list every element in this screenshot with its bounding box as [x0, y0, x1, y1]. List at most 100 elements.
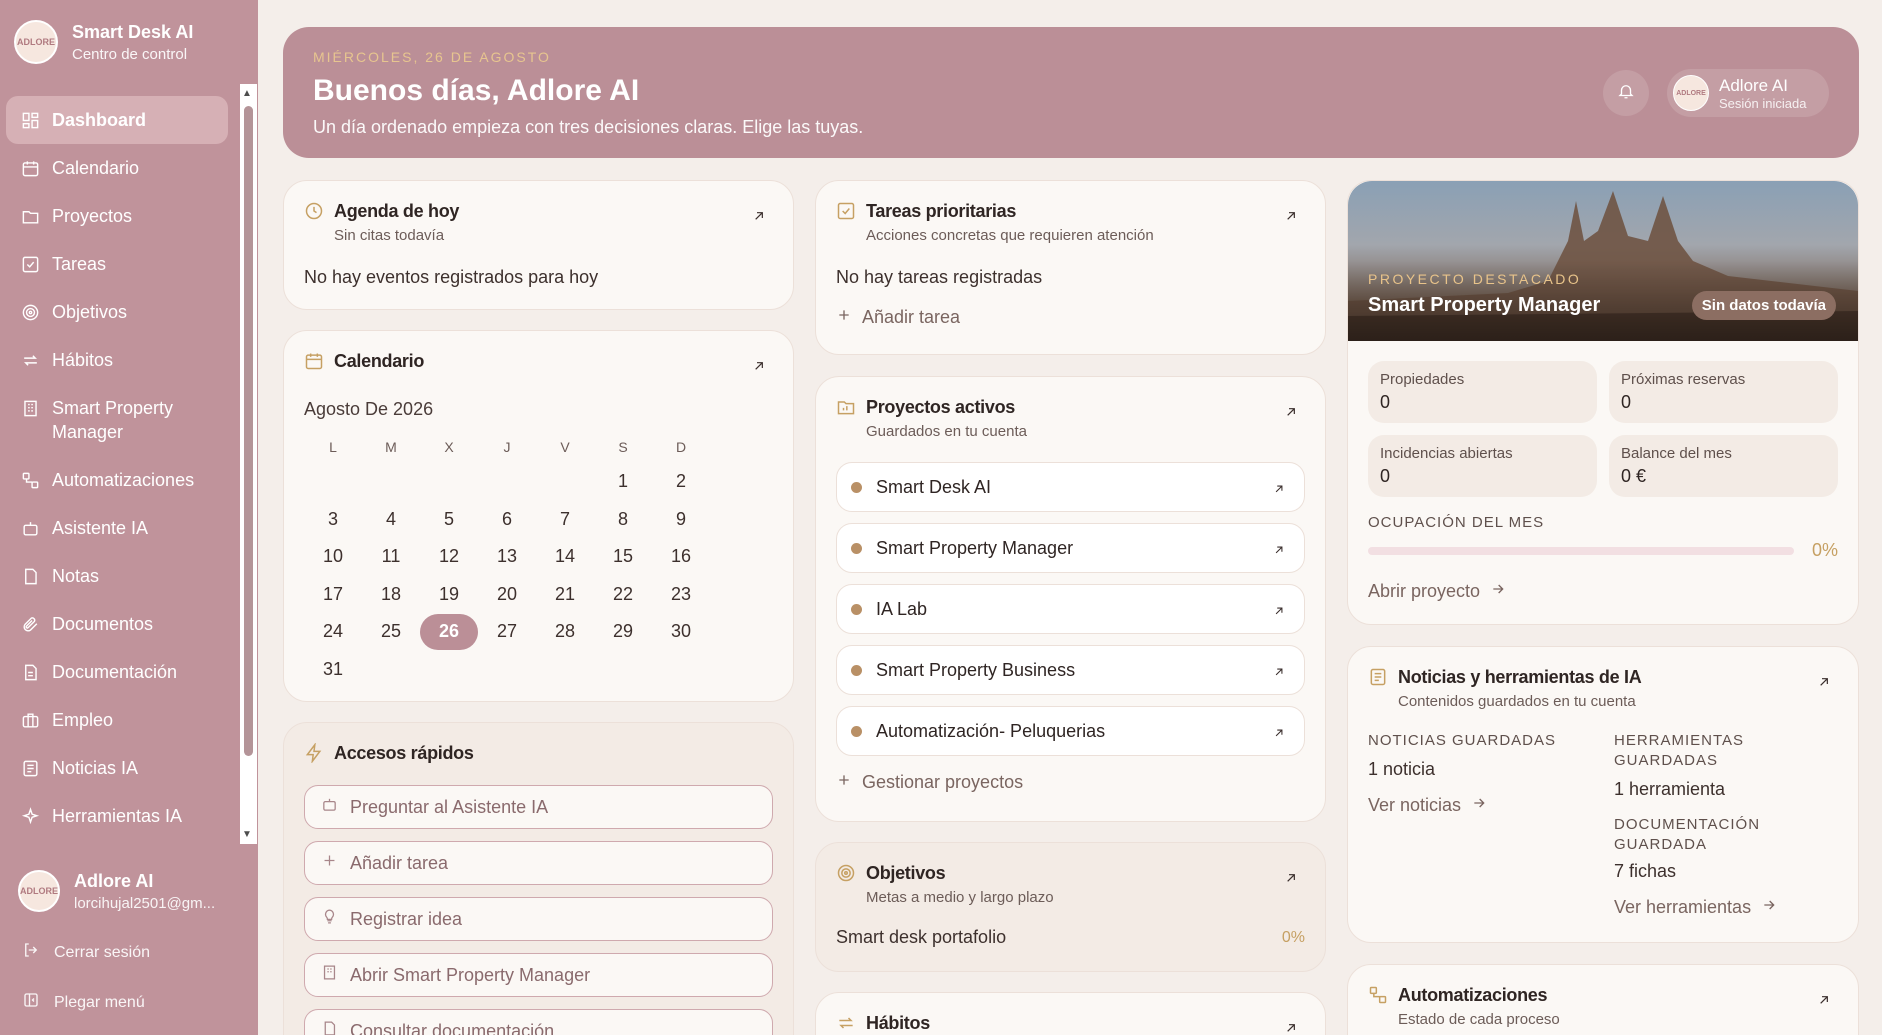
project-item[interactable]: Smart Property Business	[836, 645, 1305, 695]
add-task-link[interactable]: Añadir tarea	[836, 307, 960, 328]
calendar-day[interactable]: 20	[478, 576, 536, 614]
calendar-day[interactable]: 13	[478, 538, 536, 576]
calendar-day[interactable]: 19	[420, 576, 478, 614]
sidebar-item-empleo[interactable]: Empleo	[6, 696, 228, 744]
project-name: IA Lab	[876, 598, 928, 619]
calendar-day[interactable]: 28	[536, 613, 594, 651]
scroll-up-icon[interactable]: ▲	[242, 88, 252, 99]
view-tools-link[interactable]: Ver herramientas	[1614, 897, 1777, 918]
logout-button[interactable]: Cerrar sesión	[22, 941, 150, 964]
sidebar-item-documentos[interactable]: Documentos	[6, 600, 228, 648]
ask-assistant-button[interactable]: Preguntar al Asistente IA	[304, 785, 773, 829]
sidebar-item-notas[interactable]: Notas	[6, 552, 228, 600]
open-tasks-arrow-icon[interactable]	[1283, 208, 1299, 229]
calendar-day[interactable]: 1	[594, 463, 652, 501]
news-icon	[20, 756, 40, 780]
sidebar-item-label: Asistente IA	[52, 518, 149, 538]
calendar-day[interactable]: 4	[362, 501, 420, 539]
project-item[interactable]: Smart Desk AI	[836, 462, 1305, 512]
calendar-day[interactable]: 15	[594, 538, 652, 576]
sidebar-item-label: Herramientas IA	[52, 806, 183, 826]
calendar-day[interactable]: 2	[652, 463, 710, 501]
sidebar-item-documentacion[interactable]: Documentación	[6, 648, 228, 696]
calendar-day[interactable]: 12	[420, 538, 478, 576]
register-idea-button[interactable]: Registrar idea	[304, 897, 773, 941]
clock-icon	[304, 201, 324, 244]
open-automations-arrow-icon[interactable]	[1816, 992, 1832, 1013]
consult-docs-button[interactable]: Consultar documentación	[304, 1009, 773, 1035]
sidebar-item-objetivos[interactable]: Objetivos	[6, 288, 228, 336]
card-title: Proyectos activos	[866, 397, 1015, 417]
project-item[interactable]: Smart Property Manager	[836, 523, 1305, 573]
project-name: Automatización- Peluquerias	[876, 720, 1106, 741]
open-goals-arrow-icon[interactable]	[1283, 870, 1299, 891]
sidebar-item-calendario[interactable]: Calendario	[6, 144, 228, 192]
calendar-day[interactable]: 27	[478, 613, 536, 651]
arrow-right-icon	[1761, 897, 1777, 918]
calendar-day[interactable]: 8	[594, 501, 652, 539]
sidebar-item-habitos[interactable]: Hábitos	[6, 336, 228, 384]
calendar-day[interactable]: 6	[478, 501, 536, 539]
calendar-day-number: 29	[612, 621, 634, 642]
calendar-day[interactable]: 22	[594, 576, 652, 614]
news-icon	[1368, 667, 1388, 710]
sidebar-item-noticias-ia[interactable]: Noticias IA	[6, 744, 228, 792]
sidebar-item-smart-property-manager[interactable]: Smart Property Manager	[6, 384, 228, 456]
open-projects-arrow-icon[interactable]	[1283, 404, 1299, 425]
calendar-day[interactable]: 21	[536, 576, 594, 614]
goal-item[interactable]: Smart desk portafolio	[836, 927, 1006, 948]
calendar-day[interactable]: 3	[304, 501, 362, 539]
calendar-day[interactable]: 16	[652, 538, 710, 576]
calendar-day[interactable]: 24	[304, 613, 362, 651]
calendar-day[interactable]: 29	[594, 613, 652, 651]
dashboard-icon	[20, 108, 40, 132]
open-calendar-arrow-icon[interactable]	[751, 358, 767, 379]
button-label: Consultar documentación	[350, 1020, 555, 1035]
paperclip-icon	[20, 612, 40, 636]
open-habits-arrow-icon[interactable]	[1283, 1020, 1299, 1035]
calendar-day[interactable]: 11	[362, 538, 420, 576]
open-news-arrow-icon[interactable]	[1816, 674, 1832, 695]
manage-projects-link[interactable]: Gestionar proyectos	[836, 772, 1023, 793]
sidebar-item-dashboard[interactable]: Dashboard	[6, 96, 228, 144]
project-item[interactable]: IA Lab	[836, 584, 1305, 634]
sidebar-user[interactable]: ADLORE Adlore AI lorcihujal2501@gm...	[18, 870, 215, 912]
open-smart-property-button[interactable]: Abrir Smart Property Manager	[304, 953, 773, 997]
notifications-button[interactable]	[1603, 70, 1649, 116]
sidebar-item-asistente-ia[interactable]: Asistente IA	[6, 504, 228, 552]
calendar-day[interactable]: 23	[652, 576, 710, 614]
sidebar-item-label: Hábitos	[52, 350, 114, 370]
user-menu-button[interactable]: ADLORE Adlore AI Sesión iniciada	[1667, 69, 1829, 117]
add-task-button[interactable]: Añadir tarea	[304, 841, 773, 885]
calendar-day[interactable]: 9	[652, 501, 710, 539]
link-label: Ver herramientas	[1614, 897, 1752, 917]
collapse-menu-button[interactable]: Plegar menú	[22, 991, 145, 1014]
lightbulb-icon	[321, 908, 338, 930]
project-item[interactable]: Automatización- Peluquerias	[836, 706, 1305, 756]
calendar-day[interactable]: 25	[362, 613, 420, 651]
calendar-day[interactable]: 10	[304, 538, 362, 576]
scroll-down-icon[interactable]: ▼	[242, 829, 252, 840]
calendar-day-today[interactable]: 26	[420, 613, 478, 651]
view-news-link[interactable]: Ver noticias	[1368, 795, 1487, 816]
calendar-day[interactable]: 18	[362, 576, 420, 614]
calendar-day[interactable]: 17	[304, 576, 362, 614]
sidebar-item-proyectos[interactable]: Proyectos	[6, 192, 228, 240]
sidebar-item-tareas[interactable]: Tareas	[6, 240, 228, 288]
card-subtitle: Metas a medio y largo plazo	[866, 889, 1054, 906]
calendar-day[interactable]: 14	[536, 538, 594, 576]
calendar-day[interactable]: 5	[420, 501, 478, 539]
sidebar-item-automatizaciones[interactable]: Automatizaciones	[6, 456, 228, 504]
weekday-header: J	[503, 439, 511, 455]
calendar-day[interactable]: 7	[536, 501, 594, 539]
sidebar-scrollbar[interactable]: ▲ ▼	[240, 84, 257, 844]
open-agenda-arrow-icon[interactable]	[751, 208, 767, 229]
calendar-day[interactable]: 30	[652, 613, 710, 651]
brand[interactable]: ADLORE Smart Desk AI Centro de control	[14, 20, 193, 64]
stat-properties: Propiedades 0	[1368, 361, 1597, 423]
open-project-link[interactable]: Abrir proyecto	[1368, 581, 1506, 602]
scrollbar-thumb[interactable]	[244, 106, 253, 756]
sidebar-item-herramientas-ia[interactable]: Herramientas IA	[6, 792, 228, 840]
calendar-day[interactable]: 31	[304, 651, 362, 689]
saved-news-value: 1 noticia	[1368, 759, 1436, 779]
